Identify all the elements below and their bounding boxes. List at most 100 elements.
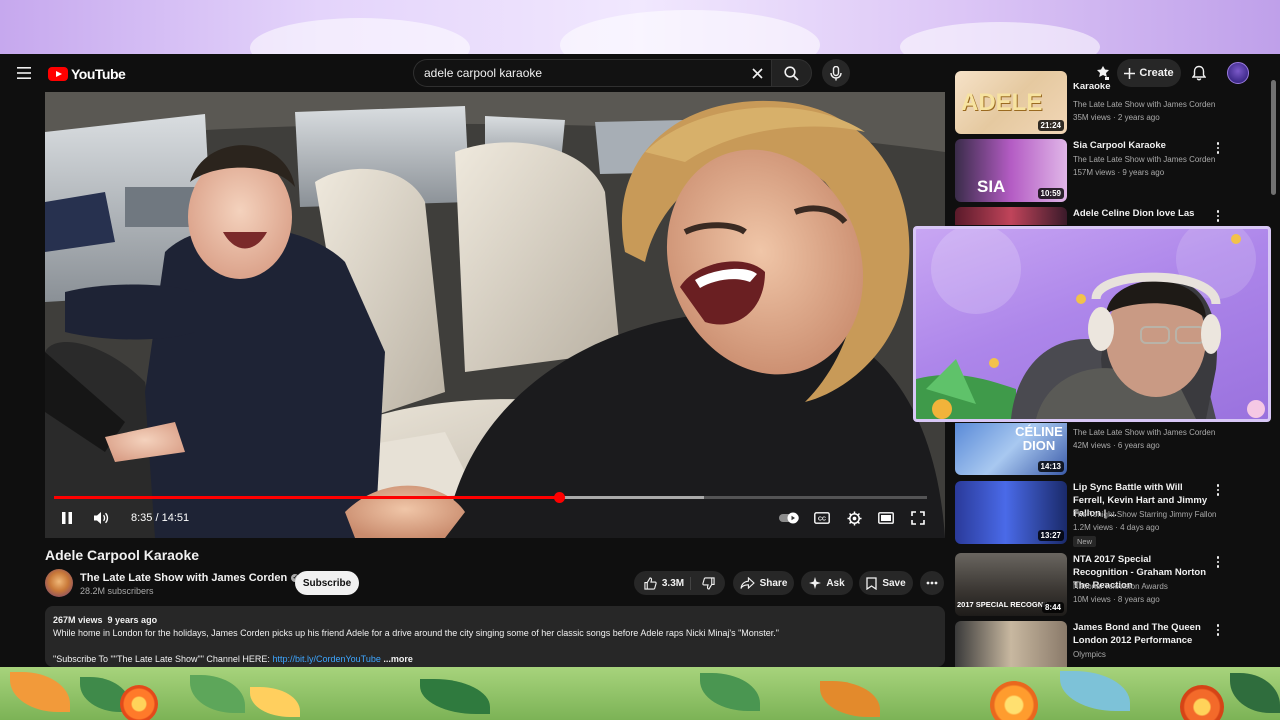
video-title: Adele Carpool Karaoke bbox=[45, 547, 200, 563]
autoplay-icon bbox=[779, 512, 799, 524]
menu-icon[interactable] bbox=[14, 63, 34, 83]
recommended-channel[interactable]: National Television Awards bbox=[1073, 582, 1223, 591]
time-display: 8:35 / 14:51 bbox=[131, 512, 190, 524]
youtube-logo-icon bbox=[48, 67, 68, 81]
like-button[interactable]: 3.3M bbox=[644, 576, 692, 590]
video-thumbnail[interactable] bbox=[955, 621, 1067, 667]
fullscreen-icon bbox=[911, 511, 925, 525]
more-options-icon[interactable] bbox=[1213, 555, 1223, 569]
more-options-icon[interactable] bbox=[1213, 623, 1223, 637]
pause-icon bbox=[62, 512, 72, 524]
save-label: Save bbox=[882, 577, 906, 589]
video-thumbnail[interactable]: CÉLINE DION 14:13 bbox=[955, 423, 1067, 475]
recommended-video[interactable]: ADELE 21:24 Karaoke The Late Late Show w… bbox=[955, 71, 1225, 134]
voice-search-button[interactable] bbox=[822, 59, 850, 87]
thumbnail-text: CÉLINE DION bbox=[1015, 424, 1063, 453]
new-badge: New bbox=[1073, 536, 1097, 547]
dislike-button[interactable] bbox=[696, 576, 715, 590]
clear-icon[interactable] bbox=[750, 66, 764, 80]
recommended-video[interactable]: Adele Celine Dion love Las bbox=[955, 207, 1225, 225]
description-box[interactable]: 267M views 9 years ago While home in Lon… bbox=[45, 606, 945, 667]
settings-button[interactable] bbox=[844, 508, 864, 528]
ask-label: Ask bbox=[826, 577, 845, 589]
video-duration: 21:24 bbox=[1037, 120, 1064, 131]
recommended-channel[interactable]: The Tonight Show Starring Jimmy Fallon bbox=[1073, 510, 1223, 519]
description-line-2-text: "Subscribe To ""The Late Late Show"" Cha… bbox=[53, 654, 273, 664]
recommended-video[interactable]: CÉLINE DION 14:13 The Late Late Show wit… bbox=[955, 423, 1225, 475]
webcam-feed bbox=[916, 229, 1265, 419]
share-button[interactable]: Share bbox=[733, 571, 794, 595]
more-options-icon[interactable] bbox=[1213, 483, 1223, 497]
svg-text:CC: CC bbox=[818, 516, 826, 522]
stream-overlay-bottom-banner bbox=[0, 667, 1280, 720]
more-actions-button[interactable] bbox=[920, 571, 944, 595]
channel-name: The Late Late Show with James Corden bbox=[80, 572, 288, 584]
save-icon bbox=[866, 576, 877, 590]
logo-text: YouTube bbox=[71, 66, 126, 82]
more-options-icon[interactable] bbox=[1213, 209, 1223, 223]
recommended-title[interactable]: Sia Carpool Karaoke bbox=[1073, 139, 1208, 152]
pause-button[interactable] bbox=[57, 508, 77, 528]
recommended-video[interactable]: 13:27 Lip Sync Battle with Will Ferrell,… bbox=[955, 481, 1225, 547]
theater-mode-button[interactable] bbox=[876, 508, 896, 528]
thumbnail-text: ADELE bbox=[961, 89, 1043, 116]
description-line-1: While home in London for the holidays, J… bbox=[53, 628, 779, 638]
search-box bbox=[413, 59, 771, 87]
video-thumbnail[interactable] bbox=[955, 207, 1067, 225]
sidebar-scrollbar[interactable] bbox=[1271, 80, 1276, 195]
like-count: 3.3M bbox=[661, 577, 685, 589]
channel-avatar[interactable] bbox=[45, 569, 73, 597]
search-input[interactable] bbox=[424, 60, 744, 86]
recommended-video[interactable]: James Bond and The Queen London 2012 Per… bbox=[955, 621, 1225, 667]
search-icon bbox=[784, 65, 799, 81]
mic-icon bbox=[830, 65, 842, 80]
show-more-button[interactable]: ...more bbox=[383, 654, 413, 664]
fullscreen-button[interactable] bbox=[908, 508, 928, 528]
recommended-meta: 42M views · 6 years ago bbox=[1073, 441, 1160, 450]
progress-scrubber-handle[interactable] bbox=[553, 492, 565, 503]
stream-overlay-top-banner bbox=[0, 0, 1280, 54]
recommended-channel[interactable]: The Late Late Show with James Corden bbox=[1073, 428, 1223, 437]
video-frame bbox=[45, 92, 945, 538]
cc-icon: CC bbox=[814, 512, 830, 524]
youtube-logo[interactable]: YouTube bbox=[48, 66, 126, 82]
save-button[interactable]: Save bbox=[859, 571, 913, 595]
recommended-title[interactable]: Adele Celine Dion love Las bbox=[1073, 207, 1208, 220]
recommended-channel[interactable]: Olympics bbox=[1073, 650, 1223, 659]
video-player[interactable]: 8:35 / 14:51 CC bbox=[45, 92, 945, 538]
video-duration: 13:27 bbox=[1037, 530, 1064, 541]
volume-button[interactable] bbox=[91, 508, 111, 528]
like-dislike-group: 3.3M bbox=[634, 571, 725, 595]
progress-bar[interactable] bbox=[54, 492, 927, 503]
share-icon bbox=[740, 577, 755, 589]
recommended-channel[interactable]: The Late Late Show with James Corden bbox=[1073, 155, 1223, 164]
description-stats: 267M views 9 years ago bbox=[53, 615, 158, 625]
recommended-meta: 1.2M views · 4 days ago bbox=[1073, 523, 1160, 532]
recommended-meta: 35M views · 2 years ago bbox=[1073, 113, 1160, 122]
captions-button[interactable]: CC bbox=[812, 508, 832, 528]
share-label: Share bbox=[759, 577, 788, 589]
description-line-2: "Subscribe To ""The Late Late Show"" Cha… bbox=[53, 653, 937, 666]
more-options-icon[interactable] bbox=[1213, 141, 1223, 155]
streamer-webcam-overlay bbox=[913, 226, 1271, 422]
ask-button[interactable]: Ask bbox=[801, 571, 853, 595]
video-thumbnail[interactable]: 13:27 bbox=[955, 481, 1067, 544]
description-link[interactable]: http://bit.ly/CordenYouTube bbox=[272, 654, 380, 664]
autoplay-toggle[interactable] bbox=[778, 508, 802, 528]
account-avatar[interactable] bbox=[1227, 62, 1249, 84]
channel-name-link[interactable]: The Late Late Show with James Corden ✓ bbox=[80, 572, 300, 584]
video-thumbnail[interactable]: ADELE 21:24 bbox=[955, 71, 1067, 134]
recommended-title[interactable]: James Bond and The Queen London 2012 Per… bbox=[1073, 621, 1208, 647]
recommended-channel[interactable]: The Late Late Show with James Corden bbox=[1073, 100, 1223, 109]
video-duration: 10:59 bbox=[1037, 188, 1064, 199]
recommended-video[interactable]: SIA 10:59 Sia Carpool Karaoke The Late L… bbox=[955, 139, 1225, 202]
video-thumbnail[interactable]: SIA 10:59 bbox=[955, 139, 1067, 202]
recommended-meta: 157M views · 9 years ago bbox=[1073, 168, 1165, 177]
theater-icon bbox=[878, 512, 894, 524]
video-thumbnail[interactable]: 2017 SPECIAL RECOGNITION 8:44 bbox=[955, 553, 1067, 616]
search-button[interactable] bbox=[771, 59, 812, 87]
recommended-video[interactable]: 2017 SPECIAL RECOGNITION 8:44 NTA 2017 S… bbox=[955, 553, 1225, 616]
recommended-title[interactable]: Karaoke bbox=[1073, 83, 1208, 91]
volume-icon bbox=[93, 512, 108, 524]
subscribe-button[interactable]: Subscribe bbox=[295, 571, 359, 595]
